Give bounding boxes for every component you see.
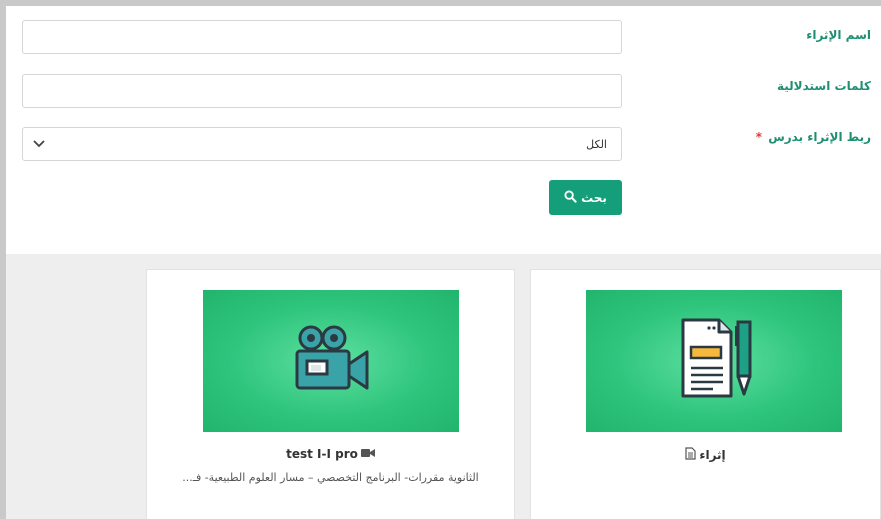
card-title: إثراء [531,447,880,463]
lesson-link-label: ربط الإثراء بدرس * [756,130,871,144]
enrichment-card[interactable]: test I-I pro الثانوية مقررات- البرنامج ا… [146,269,515,519]
card-title-text: test I-I pro [286,447,358,461]
video-camera-illustration-icon [291,324,371,398]
card-title: test I-I pro [147,447,514,461]
enrichment-card[interactable]: إثراء [530,269,881,519]
search-icon [564,189,577,206]
search-button-label: بحث [581,190,607,205]
lesson-link-select[interactable]: الكل [22,127,622,161]
card-description: الثانوية مقررات- البرنامج التخصصي – مسار… [182,471,479,484]
keywords-label: كلمات استدلالية [776,79,871,93]
card-thumbnail [586,290,842,432]
document-icon [685,447,696,463]
video-camera-icon [360,447,375,461]
chevron-down-icon [31,136,47,152]
document-pen-illustration-icon [669,316,759,406]
enrichment-name-label: اسم الإثراء [806,28,871,42]
card-title-text: إثراء [699,448,726,462]
enrichment-name-input[interactable] [22,20,622,54]
page-frame: اسم الإثراء كلمات استدلالية ربط الإثراء … [6,6,881,519]
keywords-input[interactable] [22,74,622,108]
lesson-link-label-text: ربط الإثراء بدرس [768,130,871,144]
lesson-link-select-value: الكل [586,137,607,151]
search-form: اسم الإثراء كلمات استدلالية ربط الإثراء … [6,6,881,254]
card-thumbnail [203,290,459,432]
required-marker: * [755,130,763,144]
search-button[interactable]: بحث [549,180,622,215]
